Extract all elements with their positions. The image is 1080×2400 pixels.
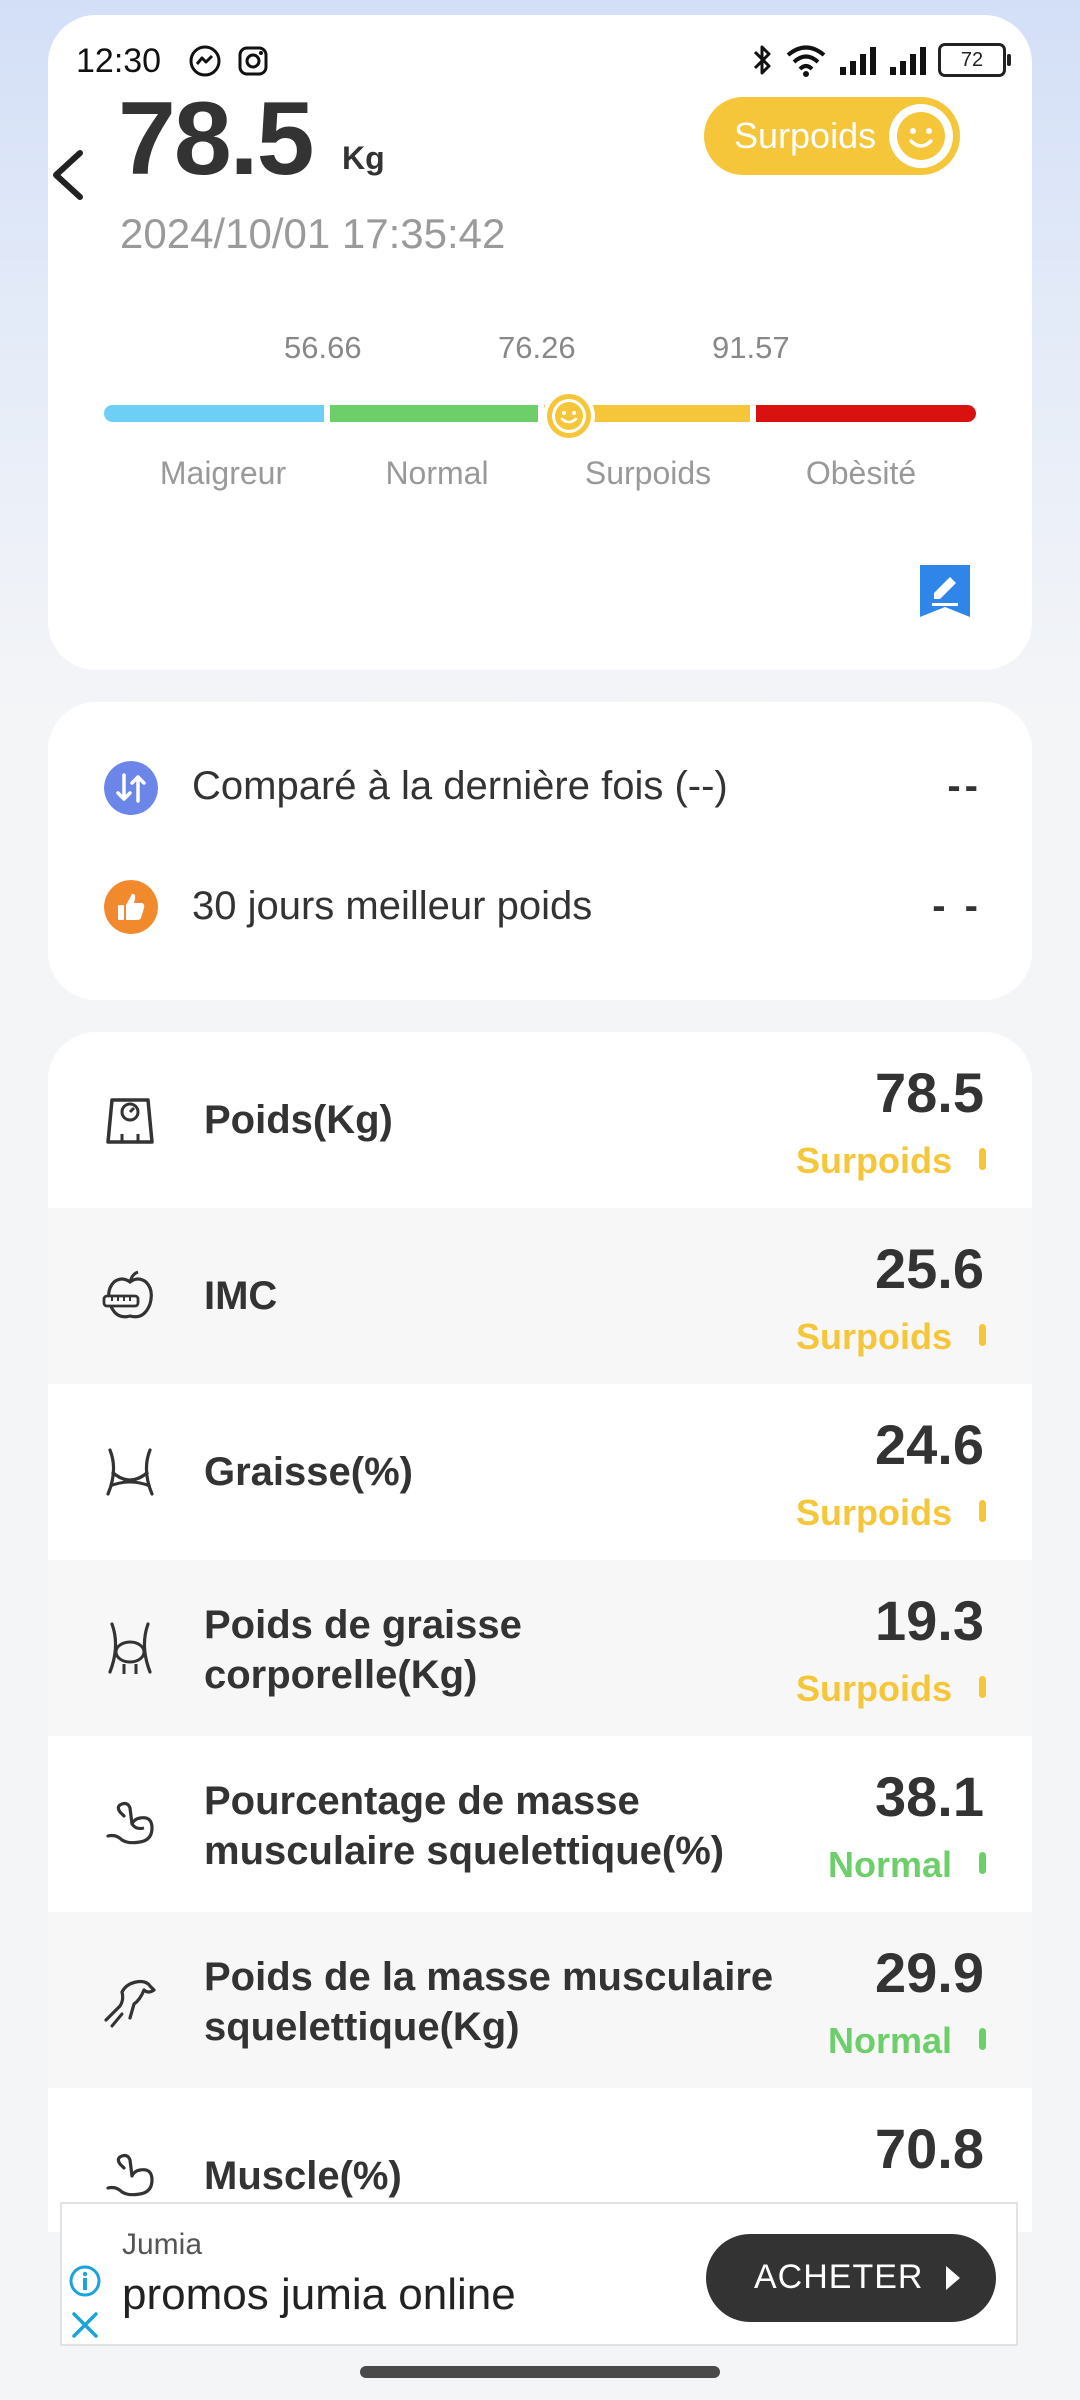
measurement-datetime: 2024/10/01 17:35:42 [120,210,506,257]
metric-status-tick [979,1324,986,1346]
scale-segment-normal [330,405,538,422]
messenger-icon [189,45,221,77]
ad-brand: Jumia [122,2228,203,2261]
metric-name: Muscle(%) [204,2154,402,2198]
metric-status-tick [979,2028,986,2050]
category-label-surpoids: Surpoids [584,455,712,491]
smiley-icon [889,104,953,168]
scale-icon [106,1098,154,1144]
metric-row-bmi[interactable]: IMC 25.6 Surpoids [48,1208,1032,1384]
waist-icon [106,1448,154,1496]
compare-last-label: Comparé à la dernière fois (--) [192,764,728,808]
ad-close-icon[interactable] [70,2310,100,2340]
best-weight-label: 30 jours meilleur poids [192,884,593,928]
status-bar: 12:30 72 [76,40,1011,84]
metric-name: Poids de la masse musculaire squelettiqu… [204,1955,774,2049]
metric-row-weight[interactable]: Poids(Kg) 78.5 Surpoids [48,1032,1032,1208]
compare-last-value: -- [947,764,982,808]
ad-cta-label: ACHETER [754,2258,924,2296]
best-weight-value: - - [932,884,982,928]
metric-value: 29.9 [875,1941,984,2004]
metric-status: Surpoids [795,1492,952,1533]
ad-info-icon[interactable] [68,2264,102,2298]
threshold-label: 56.66 [284,330,362,365]
metric-row-fat-percent[interactable]: Graisse(%) 24.6 Surpoids [48,1384,1032,1560]
current-weight: 78.5 [118,81,314,197]
status-badge-label: Surpoids [734,115,877,156]
category-label-obesite: Obèsité [805,455,917,491]
metric-value: 19.3 [875,1589,984,1652]
metric-status-tick [979,1500,986,1522]
scale-marker-icon [543,390,595,442]
wifi-icon [786,45,826,77]
metric-status-tick [979,1676,986,1698]
thumbs-up-icon [104,880,158,934]
play-arrow-icon [946,2266,960,2290]
metric-row-fat-weight[interactable]: Poids de graisse corporelle(Kg) 19.3 Sur… [48,1560,1032,1736]
metrics-card: Poids(Kg) 78.5 Surpoids IMC 25.6 Surpoid… [48,1032,1032,2232]
metric-row-skeletal-muscle-weight[interactable]: Poids de la masse musculaire squelettiqu… [48,1912,1032,2088]
status-time: 12:30 [76,42,162,80]
edit-note-icon[interactable] [918,563,972,619]
metric-value: 38.1 [875,1765,984,1828]
metric-row-skeletal-muscle-percent[interactable]: Pourcentage de masse musculaire squelett… [48,1736,1032,1912]
metric-name: Poids de graisse corporelle(Kg) [204,1603,522,1697]
status-right-icons: 72 [750,42,1011,78]
metric-value: 70.8 [875,2117,984,2180]
body-fat-icon [108,1622,152,1674]
metric-name: Graisse(%) [204,1450,413,1494]
ad-title: promos jumia online [122,2270,516,2319]
metric-value: 24.6 [875,1413,984,1476]
signal-icon [890,47,926,75]
metric-name: Poids(Kg) [204,1098,393,1142]
apple-tape-icon [102,1270,153,1319]
ad-banner[interactable]: Jumia promos jumia online ACHETER [60,2202,1018,2346]
weight-status-badge: Surpoids [704,97,960,175]
metric-name: Pourcentage de masse musculaire squelett… [204,1779,725,1873]
scale-segment-maigreur [104,405,324,422]
bicep-icon [106,1801,154,1845]
metric-status-tick [979,1852,986,1874]
bicep-icon [106,2153,154,2197]
weight-unit: Kg [342,140,385,176]
metric-status: Surpoids [795,1316,952,1357]
threshold-label: 76.26 [498,330,576,365]
metric-status: Normal [827,1844,952,1885]
instagram-icon [238,46,268,76]
metric-value: 25.6 [875,1237,984,1300]
running-leg-icon [104,1979,156,2028]
metric-status: Surpoids [795,1668,952,1709]
compare-arrows-icon [104,761,158,815]
ad-cta-button[interactable]: ACHETER [706,2234,996,2322]
back-arrow-icon[interactable] [44,145,94,205]
home-indicator[interactable] [360,2366,720,2378]
category-label-maigreur: Maigreur [159,455,287,491]
metric-value: 78.5 [875,1061,984,1124]
metric-name: IMC [204,1274,278,1318]
metric-status: Surpoids [795,1140,952,1181]
metric-status-tick [979,1148,986,1170]
metric-status: Normal [827,2020,952,2061]
battery-indicator: 72 [938,43,1011,77]
bluetooth-icon [753,45,771,75]
threshold-label: 91.57 [712,330,790,365]
scale-segment-obesite [756,405,976,422]
status-app-icons [188,44,270,78]
category-label-normal: Normal [385,455,489,491]
comparison-card [48,702,1032,1000]
signal-icon [840,47,876,75]
